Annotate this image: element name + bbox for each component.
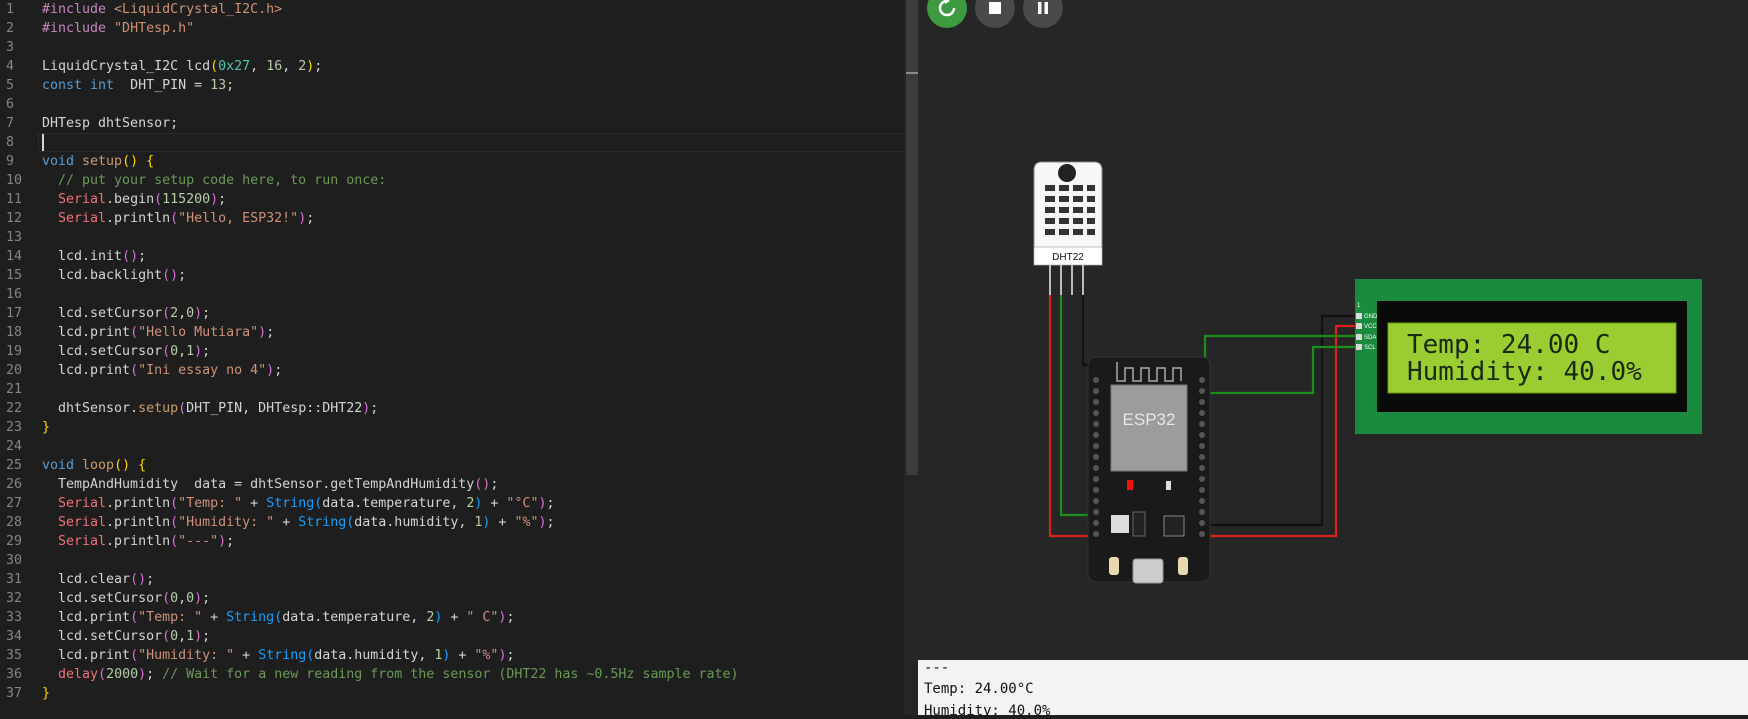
code-text: dhtSensor.setup(DHT_PIN, DHTesp::DHT22);: [42, 401, 379, 416]
line-number: 35: [6, 648, 23, 663]
line-number: 5: [6, 78, 15, 93]
code-text: delay(2000); // Wait for a new reading f…: [42, 667, 739, 682]
code-text: Serial.println("Hello, ESP32!");: [42, 211, 315, 226]
code-text: void loop() {: [42, 458, 147, 473]
code-editor[interactable]: 1 #include <LiquidCrystal_I2C.h> 2 #include…: [0, 0, 904, 715]
line-number: 14: [6, 249, 23, 264]
line-number: 9: [6, 154, 15, 169]
line-number: 6: [6, 97, 15, 112]
line-number: 24: [6, 439, 23, 454]
code-text: Serial.begin(115200);: [42, 192, 227, 207]
line-number: 20: [6, 363, 23, 378]
esp32-label: ESP32: [1123, 410, 1176, 429]
serial-monitor[interactable]: --- Temp: 24.00°C Humidity: 40.0%: [918, 660, 1748, 719]
code-text: lcd.setCursor(0,0);: [42, 591, 211, 606]
code-text: TempAndHumidity data = dhtSensor.getTemp…: [42, 477, 499, 492]
dht22-sensor[interactable]: DHT22: [1033, 161, 1103, 295]
line-number: 26: [6, 477, 23, 492]
line-number: 17: [6, 306, 23, 321]
code-text: Serial.println("Humidity: " + String(dat…: [42, 515, 555, 530]
code-text: #include "DHTesp.h": [42, 21, 195, 36]
code-text: }: [42, 420, 51, 435]
code-text: LiquidCrystal_I2C lcd(0x27, 16, 2);: [42, 59, 323, 74]
circuit-diagram: DHT22 ESP32 Temp: 24.00 C Humidity: 40.0…: [1033, 161, 1702, 584]
lcd-pin-gnd: GND: [1364, 314, 1378, 320]
code-text: }: [42, 686, 51, 701]
line-number: 23: [6, 420, 23, 435]
code-text: Serial.println("---");: [42, 534, 235, 549]
line-number: 32: [6, 591, 23, 606]
line-number: 12: [6, 211, 23, 226]
line-number: 16: [6, 287, 23, 302]
lcd-row-2: Humidity: 40.0%: [1407, 357, 1642, 387]
line-number: 3: [6, 40, 15, 55]
line-number: 29: [6, 534, 23, 549]
esp32-board[interactable]: ESP32: [1087, 356, 1211, 584]
code-text: DHTesp dhtSensor;: [42, 116, 179, 131]
current-line-highlight: [38, 133, 904, 152]
line-number: 10: [6, 173, 23, 188]
text-caret: [42, 134, 44, 151]
line-number: 15: [6, 268, 23, 283]
line-number: 8: [6, 135, 15, 150]
code-text: lcd.print("Ini essay no 4");: [42, 363, 283, 378]
code-text: lcd.setCursor(0,1);: [42, 629, 211, 644]
line-number: 37: [6, 686, 23, 701]
line-number: 18: [6, 325, 23, 340]
serial-line: Humidity: 40.0%: [924, 703, 1051, 719]
code-text: lcd.clear();: [42, 572, 155, 587]
line-number: 1: [6, 2, 15, 17]
line-number: 34: [6, 629, 23, 644]
line-number: 25: [6, 458, 23, 473]
lcd-pin-sda: SDA: [1364, 335, 1376, 341]
code-text: lcd.setCursor(0,1);: [42, 344, 211, 359]
code-text: Serial.println("Temp: " + String(data.te…: [42, 496, 555, 511]
code-text: lcd.print("Hello Mutiara");: [42, 325, 275, 340]
line-number: 30: [6, 553, 23, 568]
serial-line: Temp: 24.00°C: [924, 681, 1034, 697]
line-number: 13: [6, 230, 23, 245]
code-text: #include <LiquidCrystal_I2C.h>: [42, 2, 283, 17]
line-number: 19: [6, 344, 23, 359]
simulation-canvas[interactable]: DHT22 ESP32 Temp: 24.00 C Humidity: 40.0…: [918, 0, 1748, 660]
line-number: 4: [6, 59, 15, 74]
code-text: lcd.setCursor(2,0);: [42, 306, 211, 321]
line-number: 7: [6, 116, 15, 131]
line-number: 11: [6, 192, 23, 207]
code-text: lcd.init();: [42, 249, 147, 264]
code-text: void setup() {: [42, 154, 155, 169]
lcd-pin-vcc: VCC: [1364, 324, 1377, 330]
line-number: 21: [6, 382, 23, 397]
line-number: 33: [6, 610, 23, 625]
code-text: lcd.backlight();: [42, 268, 187, 283]
line-number: 28: [6, 515, 23, 530]
dht22-label: DHT22: [1052, 252, 1084, 263]
code-text: lcd.print("Temp: " + String(data.tempera…: [42, 610, 515, 625]
line-number: 27: [6, 496, 23, 511]
code-text: // put your setup code here, to run once…: [42, 173, 387, 188]
line-number: 36: [6, 667, 23, 682]
lcd-display[interactable]: Temp: 24.00 C Humidity: 40.0% 1 GND VCC …: [1355, 279, 1702, 434]
line-number: 2: [6, 21, 15, 36]
line-number: 22: [6, 401, 23, 416]
code-text: const int DHT_PIN = 13;: [42, 78, 235, 93]
scrollbar-cursor-marker: [906, 72, 918, 74]
lcd-pin-scl: SCL: [1364, 345, 1376, 351]
line-number: 31: [6, 572, 23, 587]
serial-line: ---: [924, 660, 950, 676]
code-text: lcd.print("Humidity: " + String(data.hum…: [42, 648, 515, 663]
lcd-row-1: Temp: 24.00 C: [1407, 330, 1611, 360]
